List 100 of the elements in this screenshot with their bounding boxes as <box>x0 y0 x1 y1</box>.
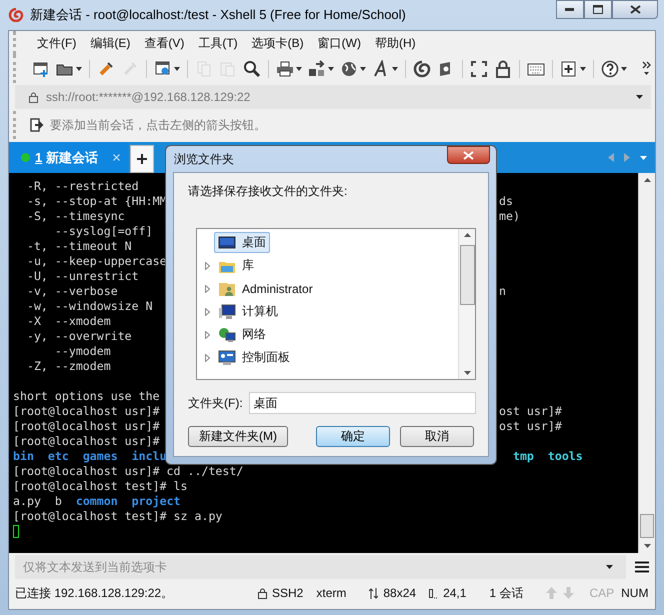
terminal-line: -u, --keep-uppercase <box>26 254 167 269</box>
expand-arrow-icon[interactable] <box>205 354 210 362</box>
terminal-line: -R, --restricted <box>26 179 139 194</box>
caret-icon <box>580 67 586 71</box>
caret-icon <box>296 67 302 71</box>
dialog-button[interactable]: 确定 <box>316 426 390 447</box>
plus-icon <box>136 154 147 164</box>
dialog-prompt: 请选择保存接收文件的文件夹: <box>188 183 348 200</box>
folder-field[interactable]: 桌面 <box>248 392 476 414</box>
scroll-up-icon[interactable] <box>644 178 650 182</box>
close-icon <box>630 5 640 14</box>
dialog-button[interactable]: 取消 <box>400 426 474 447</box>
expand-arrow-icon[interactable] <box>205 308 210 316</box>
plus-icon <box>560 60 578 78</box>
printer-icon <box>276 60 294 78</box>
menu-item[interactable]: 帮助(H) <box>368 34 423 52</box>
terminal-line: [root@localhost usr]# <box>13 404 160 419</box>
terminal-line: bin etc games inclu <box>13 449 167 464</box>
resize-icon <box>369 588 378 598</box>
menu-item[interactable]: 查看(V) <box>137 34 192 52</box>
minimize-icon <box>565 8 575 12</box>
terminal-line: [root@localhost usr]# <box>13 419 160 434</box>
menu-icon[interactable] <box>635 561 649 573</box>
folder-label: 文件夹(F): <box>188 394 243 412</box>
monitor-icon <box>218 234 236 250</box>
terminal-line: a.py b common project <box>13 494 181 509</box>
help-icon <box>601 60 619 78</box>
close-icon <box>463 150 474 160</box>
close-button[interactable] <box>447 146 490 164</box>
key-indicator: CAP <box>589 586 614 600</box>
globe-icon <box>340 60 358 78</box>
session-count-label: 1 会话 <box>489 584 524 602</box>
scroll-down-icon[interactable] <box>464 371 470 375</box>
folder-tree-item[interactable]: Administrator <box>214 278 317 298</box>
terminal-cursor <box>13 525 19 538</box>
scrollbar[interactable] <box>638 173 655 553</box>
folder-tree-item[interactable]: 库 <box>214 255 258 276</box>
protocol-label: SSH2 <box>272 586 304 600</box>
cursor-position-icon <box>429 588 438 598</box>
spiral-icon <box>413 60 431 78</box>
caret-icon <box>392 67 398 71</box>
terminal-line: [root@localhost test]# ls <box>13 479 188 494</box>
maximize-button[interactable] <box>584 0 612 19</box>
scrollbar[interactable] <box>458 229 475 379</box>
terminal-type-label: xterm <box>316 586 346 600</box>
session-tab[interactable]: 1 新建会话 <box>9 142 128 173</box>
lock-icon <box>494 60 512 78</box>
hint-text: 要添加当前会话，点击左侧的箭头按钮。 <box>50 116 266 134</box>
expand-arrow-icon[interactable] <box>205 284 210 292</box>
dialog-button[interactable]: 新建文件夹(M) <box>188 426 288 447</box>
folder-tree-item[interactable]: 计算机 <box>214 301 282 322</box>
overflow-chevron-icon[interactable] <box>642 61 651 77</box>
scrollbar-thumb[interactable] <box>640 514 654 538</box>
restore-icon <box>593 5 603 14</box>
dropdown-caret-icon[interactable] <box>636 95 643 99</box>
terminal-line: -v, --verbose <box>26 284 118 299</box>
tab-label[interactable]: 1 新建会话 <box>35 148 98 166</box>
pen-icon <box>97 60 115 78</box>
menu-item[interactable]: 窗口(W) <box>310 34 368 52</box>
terminal-line: ds <box>499 194 513 209</box>
expand-arrow-icon[interactable] <box>205 330 210 338</box>
folder-tree-item[interactable]: 桌面 <box>214 232 270 253</box>
menu-item[interactable]: 工具(T) <box>191 34 245 52</box>
scrollbar-thumb[interactable] <box>460 245 474 305</box>
new-tab-button[interactable] <box>130 145 154 173</box>
caret-icon <box>360 67 366 71</box>
folder-tree-item[interactable]: 网络 <box>214 324 270 345</box>
scroll-up-icon[interactable] <box>464 233 470 237</box>
folder-tree-item[interactable]: 控制面板 <box>214 347 294 368</box>
connection-status: 已连接 192.168.128.129:22。 <box>15 584 174 602</box>
terminal-line: -U, --unrestrict <box>26 269 139 284</box>
caret-icon <box>328 67 334 71</box>
dialog-title: 浏览文件夹 <box>174 150 234 168</box>
close-button[interactable] <box>612 0 658 19</box>
terminal-line: -y, --overwrite <box>26 329 132 344</box>
send-text-field[interactable]: 仅将文本发送到当前选项卡 <box>15 555 626 579</box>
scroll-down-icon[interactable] <box>644 544 650 548</box>
address-field[interactable]: ssh://root:*******@192.168.128.129:22 <box>15 85 651 109</box>
tab-list-caret-icon[interactable] <box>640 156 647 160</box>
cursor-position-label: 24,1 <box>443 586 466 600</box>
lock-icon <box>29 92 38 102</box>
control-panel-icon <box>218 350 236 366</box>
terminal-line: [root@localhost usr]# <box>13 434 160 449</box>
terminal-line: -X --xmodem <box>26 314 111 329</box>
menu-item[interactable]: 文件(F) <box>30 34 84 52</box>
terminal-line: me) <box>499 209 520 224</box>
menu-item[interactable]: 选项卡(B) <box>244 34 311 52</box>
caret-icon <box>76 67 82 71</box>
fullscreen-icon <box>470 60 488 78</box>
menu-item[interactable]: 编辑(E) <box>83 34 138 52</box>
lock-icon <box>258 588 267 598</box>
terminal-line: -t, --timeout N <box>26 239 132 254</box>
window-title: 新建会话 - root@localhost:/test - Xshell 5 (Free for Home/School) <box>30 6 406 24</box>
terminal-line: --ymodem <box>54 344 111 359</box>
terminal-line: [root@localhost usr]# cd ../test/ <box>13 464 244 479</box>
add-session-arrow-icon[interactable] <box>30 118 44 132</box>
terminal-line: ost usr]# <box>499 419 562 434</box>
close-tab-icon[interactable] <box>112 154 120 161</box>
minimize-button[interactable] <box>556 0 584 19</box>
expand-arrow-icon[interactable] <box>205 262 210 270</box>
